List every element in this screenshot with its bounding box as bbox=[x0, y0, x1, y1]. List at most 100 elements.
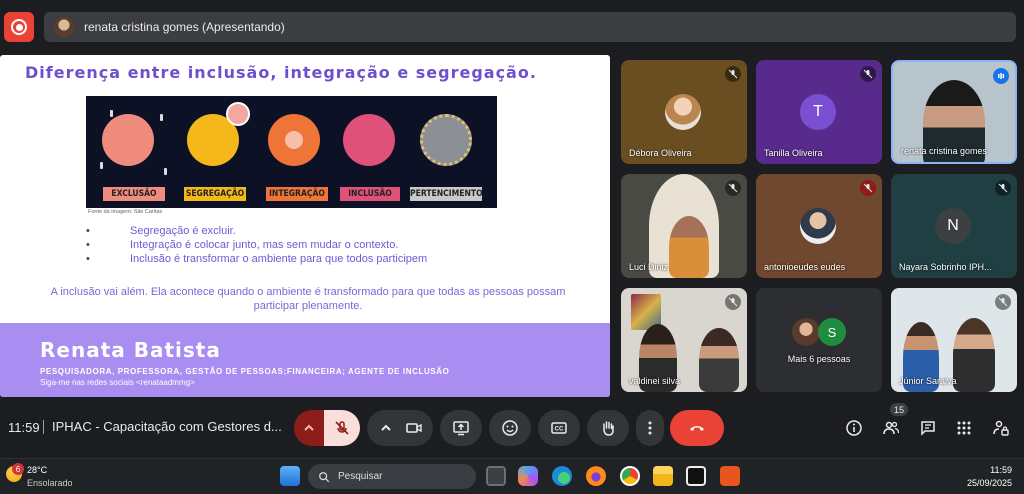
taskbar-search[interactable]: Pesquisar bbox=[308, 464, 476, 489]
leave-call-button[interactable] bbox=[670, 410, 724, 446]
chat-icon bbox=[921, 421, 935, 436]
file-explorer-icon[interactable] bbox=[653, 466, 673, 486]
chat-button[interactable] bbox=[917, 417, 939, 439]
camera-button[interactable] bbox=[367, 410, 433, 446]
avatar: S bbox=[818, 318, 846, 346]
participant-tile[interactable]: antonioeudes eudes bbox=[756, 174, 882, 278]
chrome-icon[interactable] bbox=[620, 466, 640, 486]
presenting-bar[interactable]: renata cristina gomes (Apresentando) bbox=[44, 12, 1016, 42]
activities-button[interactable] bbox=[953, 417, 975, 439]
temperature: 28°C bbox=[27, 465, 48, 475]
participant-tile-active-speaker[interactable]: renata cristina gomes bbox=[891, 60, 1017, 164]
task-view-icon[interactable] bbox=[486, 466, 506, 486]
participant-tile[interactable]: Júnior Saraiva bbox=[891, 288, 1017, 392]
mic-off-icon bbox=[725, 180, 741, 196]
host-controls-button[interactable] bbox=[990, 417, 1012, 439]
figure-icon bbox=[164, 168, 167, 175]
search-icon bbox=[319, 471, 330, 482]
label-inclusion: INCLUSÃO bbox=[340, 187, 400, 201]
search-placeholder: Pesquisar bbox=[338, 471, 383, 482]
weather-badge: 6 bbox=[12, 463, 24, 475]
more-people-label: Mais 6 pessoas bbox=[787, 354, 851, 364]
meeting-time: 11:59 bbox=[8, 420, 40, 435]
participant-name: Nayara Sobrinho IPH... bbox=[899, 262, 992, 272]
label-integration: INTEGRAÇÃO bbox=[266, 187, 328, 201]
label-segregation: SEGREGAÇÃO bbox=[184, 187, 246, 201]
more-vert-icon bbox=[648, 421, 652, 435]
participant-name: valdinei silva bbox=[629, 376, 681, 386]
participant-tile[interactable]: valdinei silva bbox=[621, 288, 747, 392]
mic-off-icon bbox=[995, 180, 1011, 196]
participant-tile[interactable]: Débora Oliveira bbox=[621, 60, 747, 164]
lock-person-icon bbox=[993, 420, 1009, 436]
image-source: Fonte da imagem: Site Caritas bbox=[88, 209, 163, 215]
windows-taskbar: 6 28°C Ensolarado Pesquisar 11:59 25/09/… bbox=[0, 458, 1024, 494]
weather-condition: Ensolarado bbox=[27, 478, 73, 488]
info-icon bbox=[846, 420, 862, 436]
slide-title: Diferença entre inclusão, integração e s… bbox=[25, 63, 537, 82]
recording-button[interactable] bbox=[4, 12, 34, 42]
participant-tile[interactable]: T Tanilla Oliveira bbox=[756, 60, 882, 164]
presenter-avatar bbox=[54, 17, 74, 37]
microphone-button[interactable] bbox=[324, 410, 360, 446]
windows-start-icon[interactable] bbox=[280, 466, 300, 486]
speaking-indicator-icon bbox=[993, 68, 1009, 84]
label-exclusion: EXCLUSÃO bbox=[103, 187, 165, 201]
app-icon[interactable] bbox=[720, 466, 740, 486]
label-belonging: PERTENCIMENTO bbox=[410, 187, 483, 201]
participant-video bbox=[953, 318, 995, 392]
bullet-item: Integração é colocar junto, mas sem muda… bbox=[86, 238, 427, 252]
more-people-tile[interactable]: S Mais 6 pessoas bbox=[756, 288, 882, 392]
captions-icon: CC bbox=[551, 422, 567, 434]
camera-icon bbox=[406, 423, 422, 433]
participant-name: Júnior Saraiva bbox=[899, 376, 957, 386]
edge-browser-icon[interactable] bbox=[552, 466, 572, 486]
integrated-group-circle bbox=[285, 131, 303, 149]
raise-hand-button[interactable] bbox=[587, 410, 629, 446]
speaker-role: PESQUISADORA, PROFESSORA, GESTÃO DE PESS… bbox=[40, 367, 450, 376]
audio-options-button[interactable] bbox=[294, 410, 324, 446]
divider bbox=[43, 420, 44, 434]
participant-name: antonioeudes eudes bbox=[764, 262, 846, 272]
speaker-name: Renata Batista bbox=[40, 338, 221, 362]
participant-name: Débora Oliveira bbox=[629, 148, 692, 158]
participant-tile[interactable]: Luci Diniz bbox=[621, 174, 747, 278]
firefox-icon[interactable] bbox=[586, 466, 606, 486]
figure-icon bbox=[160, 114, 163, 121]
app-icon[interactable] bbox=[686, 466, 706, 486]
chevron-up-icon bbox=[381, 424, 391, 431]
present-icon bbox=[453, 421, 469, 436]
presenting-label: renata cristina gomes (Apresentando) bbox=[84, 20, 285, 34]
meeting-info-button[interactable] bbox=[843, 417, 865, 439]
inclusion-circle bbox=[343, 114, 395, 166]
present-screen-button[interactable] bbox=[440, 410, 482, 446]
participant-video bbox=[669, 216, 709, 278]
svg-text:CC: CC bbox=[555, 427, 564, 433]
people-button[interactable] bbox=[880, 417, 902, 439]
figure-icon bbox=[100, 162, 103, 169]
system-clock[interactable]: 11:59 25/09/2025 bbox=[967, 464, 1012, 490]
shared-slide: Diferença entre inclusão, integração e s… bbox=[0, 55, 610, 397]
figure-icon bbox=[110, 110, 113, 117]
belonging-circle bbox=[420, 114, 472, 166]
participant-video bbox=[699, 328, 739, 392]
avatar: N bbox=[935, 208, 971, 244]
avatar bbox=[800, 208, 836, 244]
more-options-button[interactable] bbox=[636, 410, 664, 446]
mic-off-icon bbox=[725, 66, 741, 82]
copilot-icon[interactable] bbox=[518, 466, 538, 486]
captions-button[interactable]: CC bbox=[538, 410, 580, 446]
slide-footer: Renata Batista PESQUISADORA, PROFESSORA,… bbox=[0, 323, 610, 397]
bullet-item: Inclusão é transformar o ambiente para q… bbox=[86, 252, 427, 266]
mic-off-icon bbox=[860, 180, 876, 196]
participant-name: Tanilla Oliveira bbox=[764, 148, 823, 158]
meeting-title: IPHAC - Capacitação com Gestores d... bbox=[52, 419, 282, 434]
mic-off-icon bbox=[335, 421, 349, 435]
participant-tile[interactable]: N Nayara Sobrinho IPH... bbox=[891, 174, 1017, 278]
exclusion-circle bbox=[102, 114, 154, 166]
segregated-group-circle bbox=[226, 102, 250, 126]
avatar bbox=[665, 94, 701, 130]
reactions-button[interactable] bbox=[489, 410, 531, 446]
clock-date: 25/09/2025 bbox=[966, 478, 1012, 488]
people-count-badge: 15 bbox=[890, 403, 909, 416]
